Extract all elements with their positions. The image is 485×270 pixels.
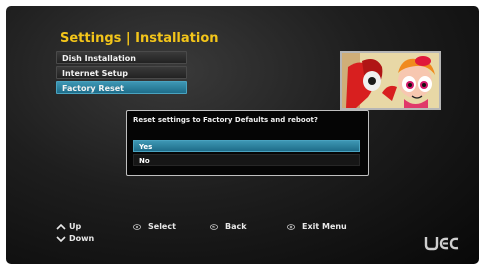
hint-back: Back — [210, 222, 247, 231]
hint-exit-menu: Exit Menu — [287, 222, 347, 231]
back-remote-icon — [210, 223, 221, 231]
menu-item-dish-installation[interactable]: Dish Installation — [56, 51, 187, 64]
cartoon-preview-image — [342, 53, 439, 108]
hint-back-label: Back — [225, 222, 247, 231]
chevron-up-icon — [56, 223, 66, 230]
hint-exit-label: Exit Menu — [302, 222, 347, 231]
dialog-option-yes[interactable]: Yes — [133, 140, 360, 152]
menu-item-internet-setup[interactable]: Internet Setup — [56, 66, 187, 79]
dialog-question: Reset settings to Factory Defaults and r… — [133, 116, 318, 124]
hint-up: Up — [56, 222, 81, 231]
tv-screen: Settings | Installation Dish Installatio… — [6, 6, 479, 264]
hint-up-label: Up — [69, 222, 82, 231]
factory-reset-dialog: Reset settings to Factory Defaults and r… — [126, 110, 369, 176]
exit-remote-icon — [287, 223, 298, 231]
video-preview — [340, 51, 441, 110]
settings-menu: Dish Installation Internet Setup Factory… — [56, 51, 187, 96]
hint-select-label: Select — [148, 222, 176, 231]
hint-down: Down — [56, 234, 94, 243]
dialog-option-no[interactable]: No — [133, 154, 360, 166]
ok-remote-icon — [133, 223, 144, 231]
uec-logo — [424, 235, 460, 255]
menu-item-factory-reset[interactable]: Factory Reset — [56, 81, 187, 94]
chevron-down-icon — [56, 235, 66, 242]
page-title: Settings | Installation — [60, 31, 219, 46]
hint-select: Select — [133, 222, 176, 231]
hint-down-label: Down — [69, 234, 95, 243]
